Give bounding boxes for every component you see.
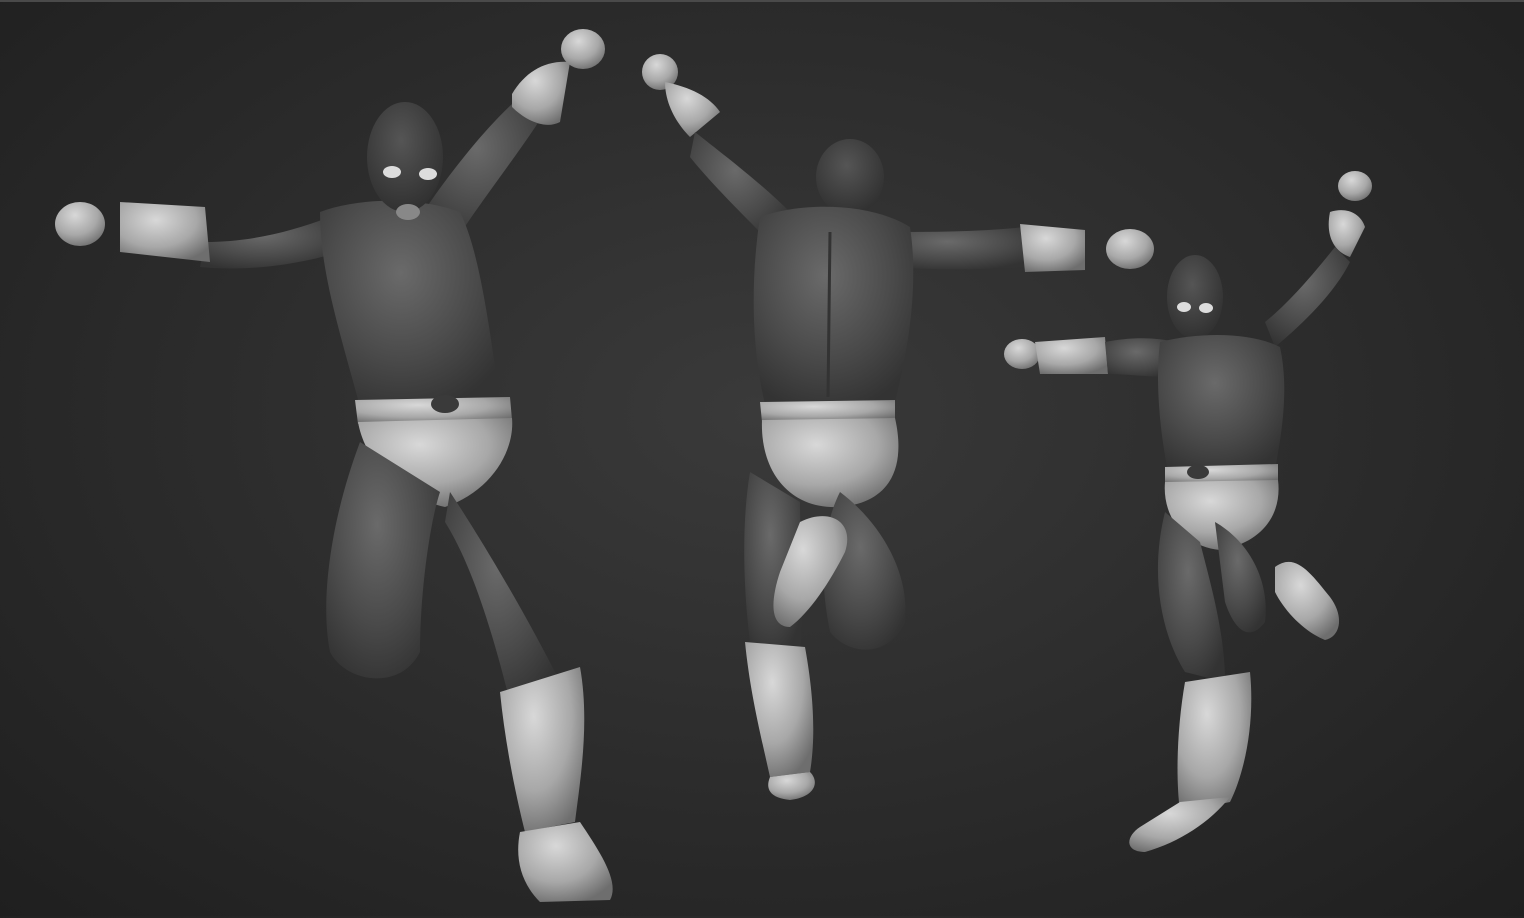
back-view-figure xyxy=(642,54,1154,800)
three-quarter-view-figure xyxy=(1004,171,1372,852)
front-view-figure xyxy=(55,29,613,902)
sculpt-render xyxy=(55,29,1372,902)
3d-viewport[interactable] xyxy=(0,0,1524,916)
